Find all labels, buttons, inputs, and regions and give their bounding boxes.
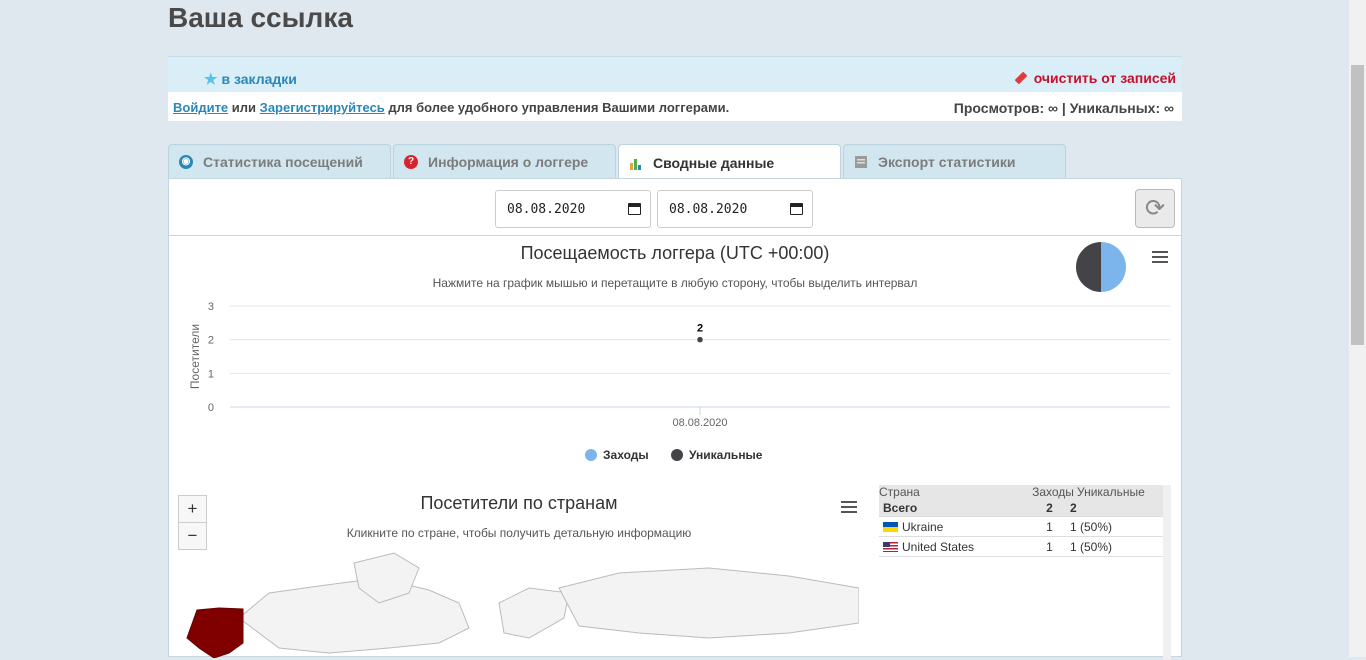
views-counter: Просмотров: ∞ | Уникальных: ∞ <box>953 100 1174 116</box>
country-name: United States <box>902 539 975 554</box>
login-link[interactable]: Войдите <box>173 100 228 115</box>
country-map-subtitle: Кликните по стране, чтобы получить детал… <box>346 526 692 540</box>
data-label: 2 <box>697 323 703 335</box>
tab-label: Информация о логгере <box>428 153 589 170</box>
refresh-button[interactable]: ⟳ <box>1135 189 1175 228</box>
page-title: Ваша ссылка <box>168 2 353 33</box>
visits-chart-title: Посещаемость логгера (UTC +00:00) <box>520 243 830 263</box>
date-to-input[interactable]: 08.08.2020 <box>657 190 813 228</box>
page-scrollbar-thumb[interactable] <box>1351 65 1364 345</box>
visits-chart-subtitle: Нажмите на график мышью и перетащите в л… <box>432 276 918 290</box>
country-unique: 1 (50%) <box>1070 539 1113 554</box>
ukraine-flag-icon <box>883 521 898 532</box>
y-tick-label: 1 <box>208 368 214 380</box>
legend-label: Уникальные <box>689 448 763 462</box>
bookmark-link[interactable]: ★ в закладки <box>204 70 297 88</box>
country-visits: 1 <box>1046 539 1053 554</box>
question-icon: ? <box>404 154 418 169</box>
date-from-input[interactable]: 08.08.2020 <box>495 190 651 228</box>
visits-chart[interactable]: 0 1 2 3 Посетители 08.08.2020 2 Заходы Уникаль… <box>169 294 1181 494</box>
date-from-value: 08.08.2020 <box>507 201 586 217</box>
register-link[interactable]: Зарегистрируйтесь <box>260 100 385 115</box>
legend-item[interactable]: Заходы <box>585 448 649 462</box>
summary-panel: 08.08.2020 08.08.2020 ⟳ Посещаемость лог… <box>168 178 1182 660</box>
map-country-europe[interactable] <box>498 587 570 639</box>
y-axis-label: Посетители <box>188 324 202 389</box>
world-map[interactable] <box>169 548 859 658</box>
eye-icon: ◉ <box>179 154 193 169</box>
export-icon <box>855 155 867 168</box>
data-point[interactable] <box>696 336 704 343</box>
calendar-icon[interactable] <box>628 203 641 215</box>
tab-label: Статистика посещений <box>203 153 363 170</box>
date-to-value: 08.08.2020 <box>669 201 748 217</box>
table-scrollbar[interactable] <box>1163 485 1171 660</box>
y-tick-label: 2 <box>208 335 214 347</box>
chart-menu-icon[interactable] <box>1152 251 1168 263</box>
zoom-out-button[interactable]: − <box>178 522 207 550</box>
map-country-canada[interactable] <box>238 577 470 654</box>
table-row[interactable]: United States 1 1 (50%) <box>879 537 1163 557</box>
legend-marker <box>671 449 683 461</box>
column-header-visits[interactable]: Заходы <box>1029 485 1077 499</box>
zoom-in-button[interactable]: + <box>178 495 207 523</box>
info-suffix: для более удобного управления Вашими лог… <box>388 100 730 115</box>
tab-label: Экспорт статистики <box>878 153 1016 170</box>
bar-chart-icon <box>630 158 641 170</box>
usa-flag-icon <box>883 541 898 552</box>
divider <box>169 235 1181 236</box>
column-header-unique[interactable]: Уникальные <box>1077 485 1157 499</box>
column-header-country[interactable]: Страна <box>879 485 1029 499</box>
table-total-row: Всего 2 2 <box>879 499 1163 517</box>
country-unique: 1 (50%) <box>1070 519 1113 534</box>
total-label: Всего <box>883 500 918 515</box>
clear-records-label: очистить от записей <box>1033 70 1176 86</box>
tab-logger-info[interactable]: ? Информация о логгере <box>393 144 616 178</box>
country-name: Ukraine <box>902 519 944 534</box>
y-tick-label: 3 <box>208 301 214 313</box>
map-menu-icon[interactable] <box>841 501 857 513</box>
top-actions-bar: ★ в закладки очистить от записей <box>168 56 1182 93</box>
tab-summary[interactable]: Сводные данные <box>618 144 841 180</box>
star-icon: ★ <box>204 71 218 88</box>
pie-chart-toggle-icon[interactable] <box>1076 242 1126 292</box>
map-country-russia[interactable] <box>558 567 859 639</box>
legend-label: Заходы <box>603 448 649 462</box>
country-map-title: Посетители по странам <box>420 493 618 513</box>
bookmark-label: в закладки <box>221 71 297 87</box>
eraser-icon <box>1014 71 1028 85</box>
or-text: или <box>231 100 257 115</box>
calendar-icon[interactable] <box>790 203 803 215</box>
x-tick-label: 08.08.2020 <box>672 417 727 429</box>
map-country-alaska[interactable] <box>186 607 244 658</box>
y-tick-label: 0 <box>208 402 214 414</box>
clear-records-link[interactable]: очистить от записей <box>1014 70 1176 86</box>
tab-visit-stats[interactable]: ◉ Статистика посещений <box>168 144 391 178</box>
refresh-icon: ⟳ <box>1144 195 1166 222</box>
tab-label: Сводные данные <box>653 154 775 171</box>
table-row[interactable]: Ukraine 1 1 (50%) <box>879 517 1163 537</box>
tab-export[interactable]: Экспорт статистики <box>843 144 1066 178</box>
country-table: Страна Заходы Уникальные Всего 2 2 Ukrai… <box>879 485 1163 557</box>
legend-item[interactable]: Уникальные <box>671 448 763 462</box>
country-visits: 1 <box>1046 519 1053 534</box>
table-header: Страна Заходы Уникальные <box>879 485 1163 499</box>
legend-marker <box>585 449 597 461</box>
total-unique: 2 <box>1070 500 1077 515</box>
total-visits: 2 <box>1046 500 1053 515</box>
info-bar: Войдите или Зарегистрируйтесь для более … <box>168 92 1182 121</box>
